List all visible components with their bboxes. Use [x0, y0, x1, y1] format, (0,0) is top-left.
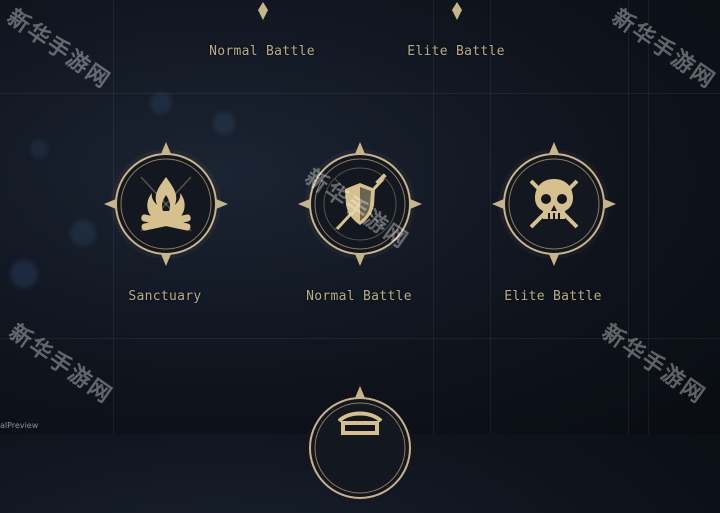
grid-line [0, 93, 720, 94]
bokeh-light [213, 112, 235, 134]
node-label-normal-battle: Normal Battle [306, 289, 412, 304]
bokeh-light [10, 260, 38, 288]
node-frame-icon [452, 2, 462, 20]
grid-line [433, 0, 434, 434]
watermark: 新华手游网 [607, 4, 720, 95]
node-frame-icon [309, 386, 411, 499]
preview-label: alPreview [0, 421, 39, 430]
map-stage: Normal Battle Elite Battle Sanctuary Nor… [0, 0, 720, 499]
grid-line [628, 0, 629, 434]
map-node-normal-battle-top[interactable] [198, 0, 328, 20]
map-node-elite-battle[interactable] [489, 139, 619, 269]
node-label-elite-battle-top: Elite Battle [407, 44, 505, 59]
bokeh-light [150, 92, 172, 114]
node-frame-icon [258, 2, 268, 20]
node-label-sanctuary: Sanctuary [128, 289, 202, 304]
watermark: 新华手游网 [2, 4, 115, 95]
node-label-elite-battle: Elite Battle [504, 289, 602, 304]
map-node-elite-battle-top[interactable] [392, 0, 522, 20]
bokeh-light [70, 220, 96, 246]
watermark: 新华手游网 [597, 319, 710, 410]
watermark: 新华手游网 [4, 319, 117, 410]
bokeh-light [30, 140, 48, 158]
campfire-icon [140, 176, 192, 232]
map-node-sanctuary[interactable] [101, 139, 231, 269]
node-label-normal-battle-top: Normal Battle [209, 44, 315, 59]
map-node-bottom[interactable] [295, 383, 425, 513]
